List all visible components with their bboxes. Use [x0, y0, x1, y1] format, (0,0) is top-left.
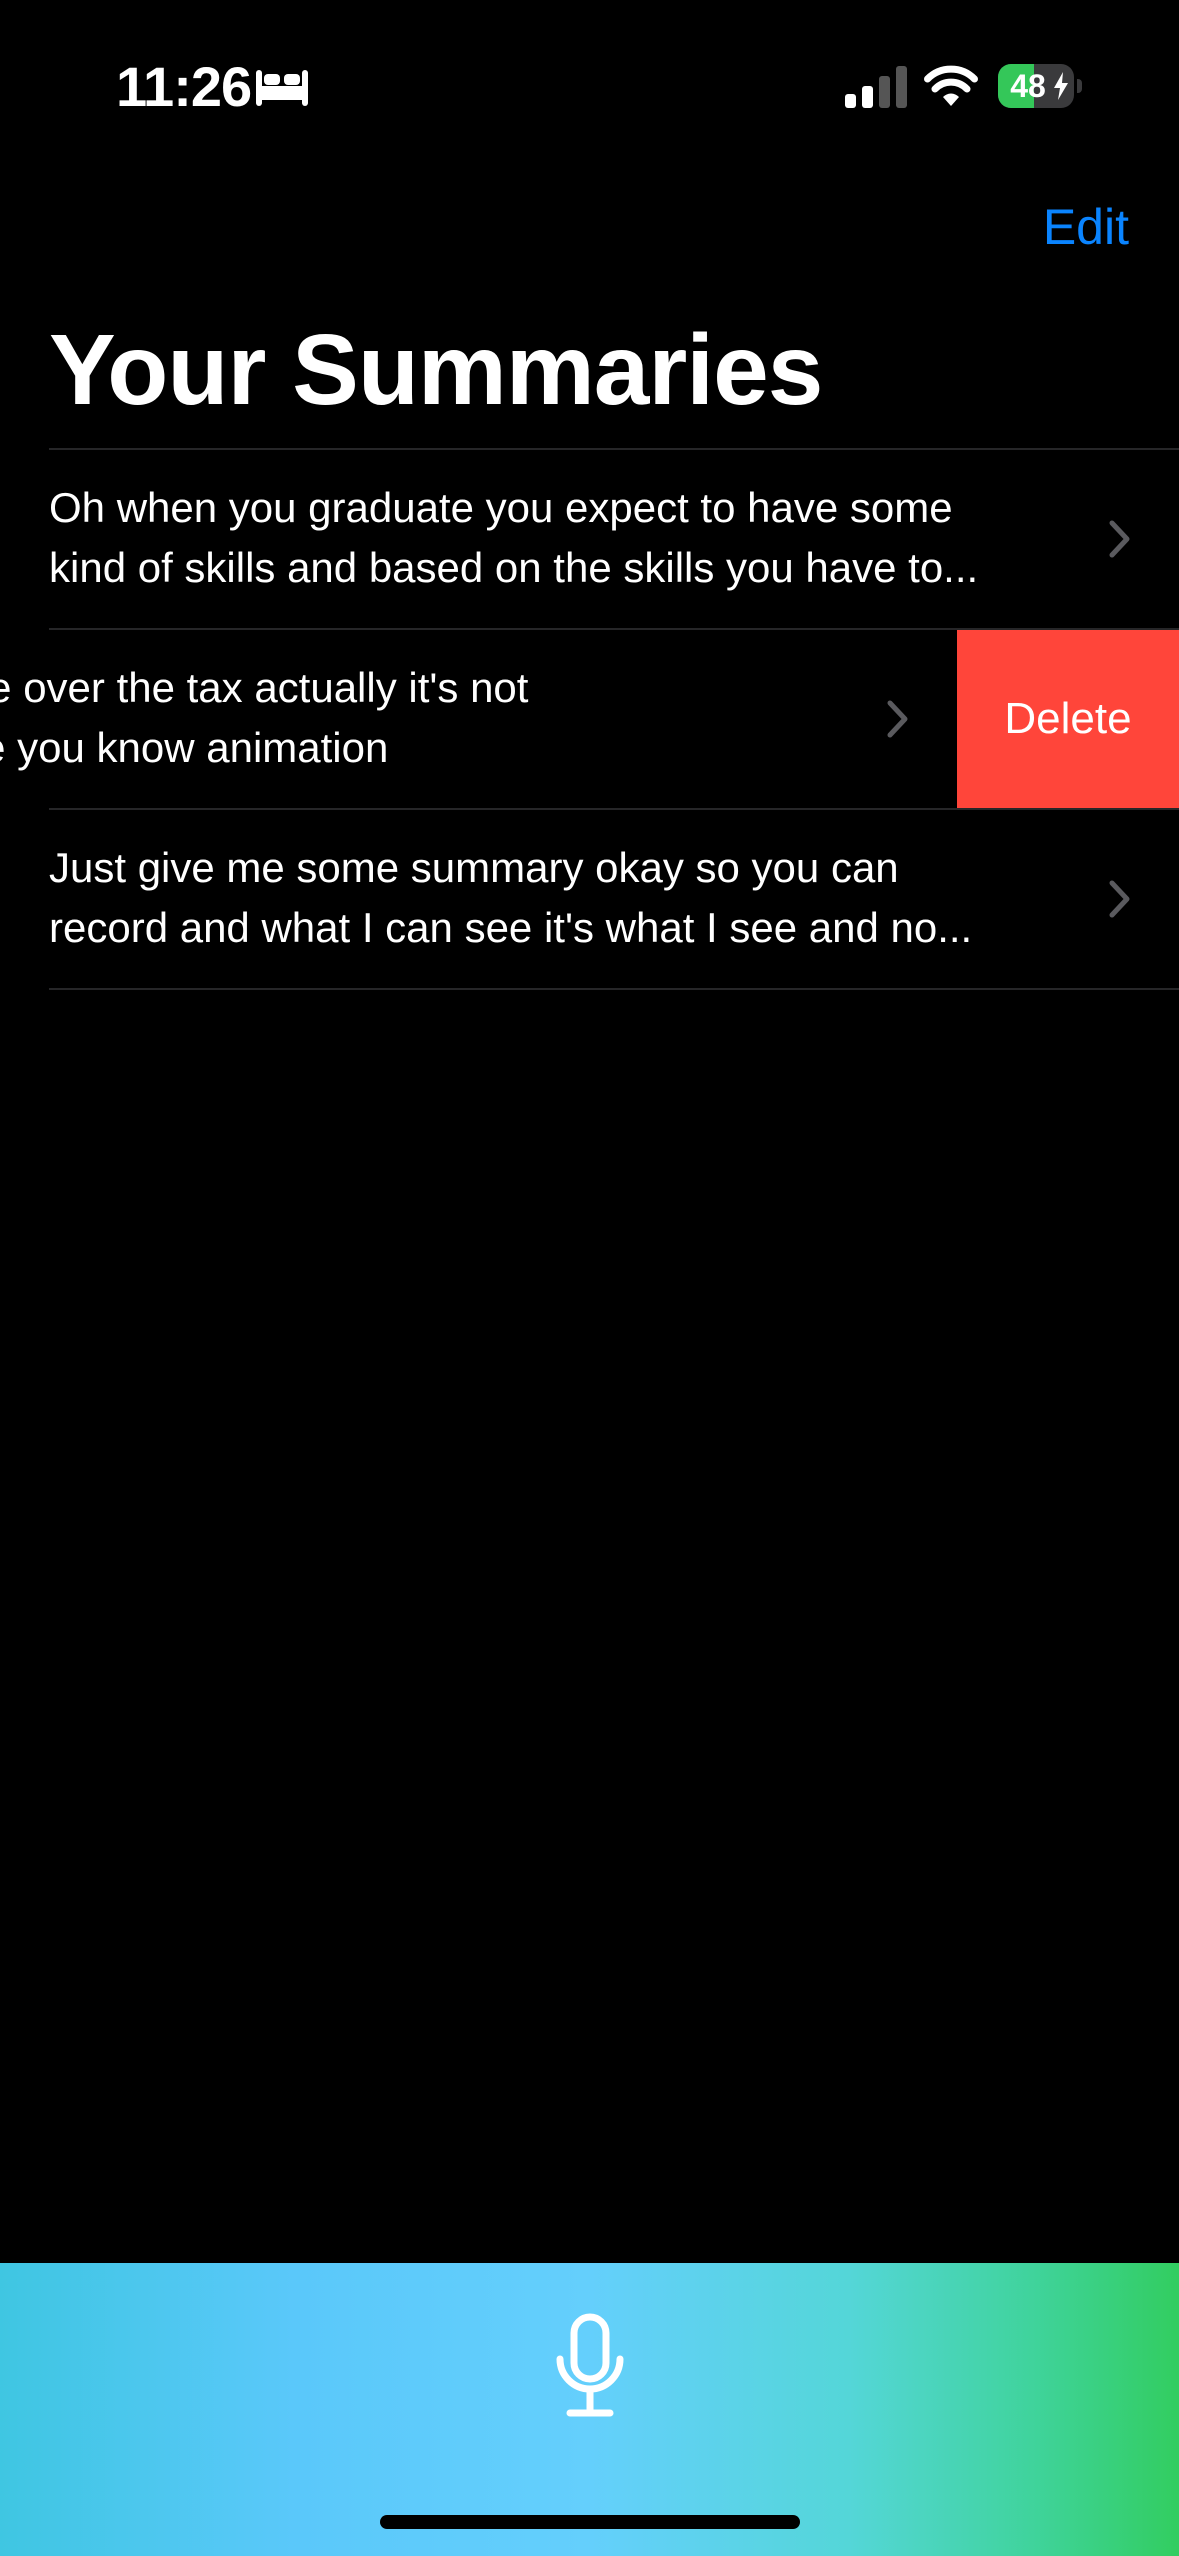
wifi-icon: [924, 65, 978, 106]
chevron-right-icon: [1109, 520, 1130, 558]
battery-percent: 48: [1010, 68, 1046, 104]
page-title: Your Summaries: [49, 314, 823, 426]
list-item[interactable]: Oh when you graduate you expect to have …: [0, 450, 1179, 628]
delete-button[interactable]: Delete: [957, 630, 1179, 808]
chevron-right-icon: [887, 700, 908, 738]
record-button[interactable]: [550, 2313, 630, 2423]
record-bar: [0, 2263, 1179, 2556]
cellular-signal-icon: [845, 66, 907, 108]
list-item[interactable]: Just give me some summary okay so you ca…: [0, 810, 1179, 988]
bed-icon: [256, 70, 308, 106]
home-indicator[interactable]: [380, 2515, 800, 2529]
row-separator: [49, 988, 1179, 990]
summary-preview: Oh when you graduate you expect to have …: [49, 484, 979, 591]
status-time: 11:26: [116, 55, 252, 118]
chevron-right-icon: [1109, 880, 1130, 918]
summary-preview: Just give me some summary okay so you ca…: [49, 844, 973, 951]
charging-bolt-icon: [1054, 72, 1068, 100]
status-bar: 11:26 48: [0, 0, 1179, 150]
microphone-icon: [556, 2313, 624, 2417]
list-item-swiped[interactable]: an elaborate over the tax actually it's …: [0, 630, 1179, 808]
battery-indicator: 48: [998, 64, 1082, 108]
summary-preview: an elaborate over the tax actually it's …: [0, 664, 529, 771]
edit-button[interactable]: Edit: [1043, 195, 1129, 259]
